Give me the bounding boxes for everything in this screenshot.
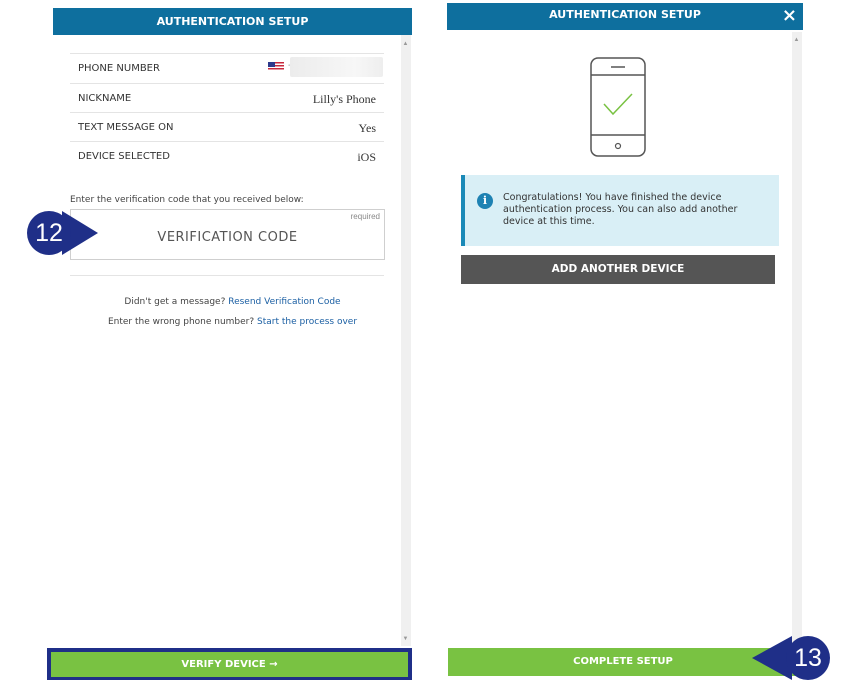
resend-code-link[interactable]: Resend Verification Code	[228, 297, 340, 307]
row-label: TEXT MESSAGE ON	[78, 122, 174, 133]
required-label: required	[350, 212, 380, 221]
row-value: iOS	[357, 150, 376, 164]
add-another-device-button[interactable]: ADD ANOTHER DEVICE	[461, 255, 775, 284]
close-icon[interactable]: ×	[782, 4, 797, 28]
success-alert: i Congratulations! You have finished the…	[461, 175, 779, 246]
verification-code-input[interactable]: required VERIFICATION CODE	[70, 209, 385, 260]
us-flag-icon	[268, 62, 284, 71]
scroll-down-icon[interactable]: ▼	[401, 635, 410, 643]
restart-prompt: Enter the wrong phone number?	[107, 317, 255, 327]
code-placeholder: VERIFICATION CODE	[157, 230, 298, 245]
resend-line: Didn't get a message? Resend Verificatio…	[53, 297, 412, 307]
divider	[70, 275, 384, 276]
row-label: DEVICE SELECTED	[78, 151, 170, 162]
verification-panel: AUTHENTICATION SETUP ▲ ▼ PHONE NUMBER - …	[47, 8, 412, 680]
device-selected-row: DEVICE SELECTED iOS	[70, 141, 384, 171]
redacted-phone	[290, 57, 383, 77]
scroll-up-icon[interactable]: ▲	[401, 40, 410, 48]
row-value: Yes	[358, 121, 376, 135]
panel-title: AUTHENTICATION SETUP	[53, 8, 412, 35]
step-12-badge: 12	[27, 211, 71, 255]
text-message-row: TEXT MESSAGE ON Yes	[70, 112, 384, 142]
scroll-up-icon[interactable]: ▲	[792, 36, 801, 44]
panel-title-text: AUTHENTICATION SETUP	[549, 8, 701, 21]
verify-device-button[interactable]: VERIFY DEVICE →	[51, 652, 408, 677]
step-13-badge: 13	[786, 636, 830, 680]
arrow-right-icon: →	[269, 659, 278, 670]
phone-check-icon	[590, 57, 646, 157]
complete-setup-button[interactable]: COMPLETE SETUP	[448, 648, 798, 676]
nickname-row: NICKNAME Lilly's Phone	[70, 83, 384, 113]
scrollbar[interactable]: ▲	[792, 32, 802, 646]
start-over-link[interactable]: Start the process over	[257, 317, 357, 327]
info-icon: i	[477, 193, 493, 209]
panel-title: AUTHENTICATION SETUP ×	[447, 3, 803, 30]
phone-number-row: PHONE NUMBER -	[70, 53, 384, 83]
restart-line: Enter the wrong phone number? Start the …	[53, 317, 412, 327]
verification-instruction: Enter the verification code that you rec…	[70, 195, 304, 205]
row-value: Lilly's Phone	[312, 92, 376, 106]
verify-label: VERIFY DEVICE	[181, 659, 266, 670]
scrollbar[interactable]: ▲ ▼	[401, 35, 411, 646]
completion-panel: AUTHENTICATION SETUP × ▲ i Congratulatio…	[447, 3, 803, 680]
row-label: NICKNAME	[78, 93, 132, 104]
alert-message: Congratulations! You have finished the d…	[503, 192, 738, 227]
row-label: PHONE NUMBER	[78, 63, 160, 74]
resend-prompt: Didn't get a message?	[124, 297, 226, 307]
